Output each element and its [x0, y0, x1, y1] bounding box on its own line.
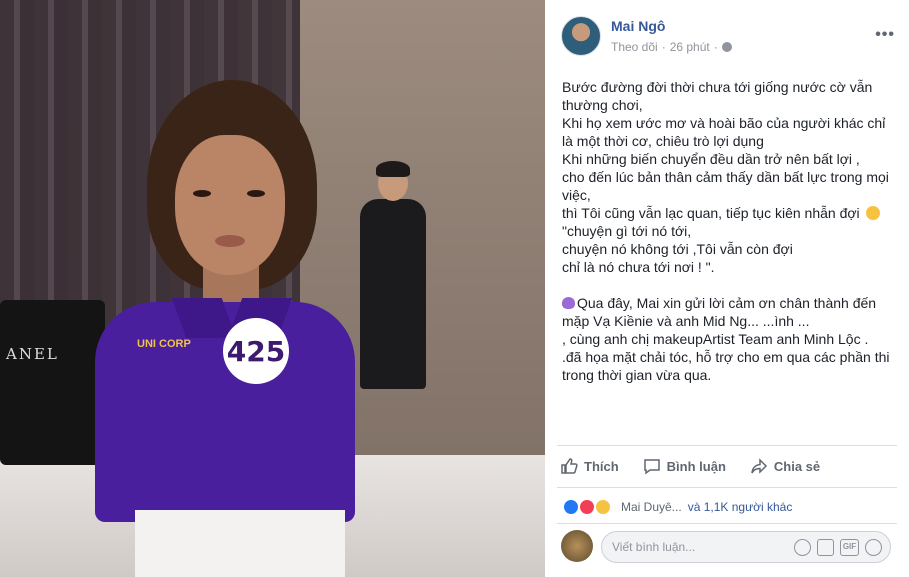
post-line-text: Qua đây, Mai xin gửi lời cảm ơn chân thà…: [577, 295, 877, 311]
post-header: Mai Ngô Theo dõi · 26 phút · •••: [561, 14, 894, 58]
sticker-icon[interactable]: [865, 539, 882, 556]
divider: [557, 523, 897, 524]
face: [175, 135, 285, 275]
globe-icon: [721, 42, 732, 52]
like-reaction-icon: [563, 499, 579, 515]
post-meta: Theo dõi · 26 phút ·: [611, 40, 732, 54]
post-actions: Thích Bình luận Chia sẻ: [560, 452, 890, 480]
comment-icon: [643, 459, 660, 475]
reaction-others[interactable]: và 1,1K người khác: [688, 500, 793, 514]
post-line-with-emoji: thì Tôi cũng vẫn lạc quan, tiếp tục kiên…: [562, 204, 892, 222]
like-label: Thích: [584, 458, 619, 474]
contestant-figure: UNI CORP 425: [95, 80, 355, 577]
comment-input[interactable]: [602, 532, 772, 562]
comment-tools: GIF: [794, 539, 882, 556]
gif-icon[interactable]: GIF: [840, 539, 859, 556]
post-line: việc,: [562, 187, 591, 203]
post-line: Khi những biến chuyển đều dần trở nên bấ…: [562, 151, 860, 167]
bag-brand-text: ANEL: [6, 345, 59, 363]
divider: [557, 445, 897, 446]
post-text: Bước đường đời thời chưa tới giống nước …: [562, 78, 892, 384]
contestant-number-badge: 425: [223, 318, 289, 384]
reactions-summary[interactable]: Mai Duyê... và 1,1K người khác: [563, 497, 792, 517]
meta-separator-2: ·: [713, 40, 718, 54]
post-line: Khi họ xem ước mơ và hoài bão của người …: [562, 115, 886, 131]
shirt-logo: UNI CORP: [137, 338, 191, 350]
post-line: "chuyện gì tới nó tới,: [562, 223, 692, 239]
post-line: cho đến lúc bản thân cảm thấy dần bất lự…: [562, 169, 889, 185]
commenter-avatar: [561, 530, 593, 562]
comment-box[interactable]: GIF: [601, 531, 891, 563]
like-button[interactable]: Thích: [560, 457, 619, 475]
share-button[interactable]: Chia sẻ: [750, 457, 820, 475]
share-label: Chia sẻ: [773, 458, 821, 474]
post-panel: Mai Ngô Theo dõi · 26 phút · ••• Bước đư…: [545, 0, 909, 577]
divider: [557, 487, 897, 488]
share-icon: [751, 458, 767, 474]
more-options-icon[interactable]: •••: [875, 26, 895, 44]
author-avatar[interactable]: [561, 16, 601, 56]
thumbs-up-icon: [561, 458, 578, 474]
post-line-text: thì Tôi cũng vẫn lạc quan, tiếp tục kiên…: [562, 205, 860, 221]
post-line: mặp Vạ Kiềnie và anh Mid Ng... ...ình ..…: [562, 313, 810, 329]
comment-label: Bình luận: [666, 458, 726, 474]
post-line: là một thời cơ, chiêu trò lợi dụng: [562, 133, 764, 149]
post-photo[interactable]: ANEL UNI CORP 425: [0, 0, 545, 577]
post-line: chỉ là nó chưa tới nơi ! ".: [562, 259, 715, 275]
post-line: Bước đường đời thời chưa tới giống nước …: [562, 79, 873, 95]
meta-separator: ·: [661, 40, 666, 54]
sad-reaction-icon: [595, 499, 611, 515]
author-name[interactable]: Mai Ngô: [611, 18, 665, 34]
emoji-icon[interactable]: [794, 539, 811, 556]
post-line: chuyện nó không tới ,Tôi vẫn còn đợi: [562, 241, 793, 257]
comment-composer: GIF: [561, 530, 891, 564]
post-line-with-heart: Qua đây, Mai xin gửi lời cảm ơn chân thà…: [562, 294, 892, 312]
follow-link[interactable]: Theo dõi: [611, 40, 658, 54]
post-line: .đã họa mặt chải tóc, hỗ trợ cho em qua …: [562, 349, 890, 365]
shopping-bag: ANEL: [0, 300, 105, 465]
purple-heart-icon: [562, 297, 575, 309]
love-reaction-icon: [579, 499, 595, 515]
post-time[interactable]: 26 phút: [670, 40, 710, 54]
post-line: trong thời gian vừa qua.: [562, 367, 712, 383]
reaction-names[interactable]: Mai Duyê...: [621, 500, 682, 514]
smile-emoji-icon: [865, 206, 880, 220]
comment-button[interactable]: Bình luận: [643, 457, 726, 475]
camera-icon[interactable]: [817, 539, 834, 556]
background-person: [360, 161, 430, 389]
post-line: , cùng anh chị makeupArtist Team anh Min…: [562, 331, 869, 347]
post-line: thường chơi,: [562, 97, 643, 113]
